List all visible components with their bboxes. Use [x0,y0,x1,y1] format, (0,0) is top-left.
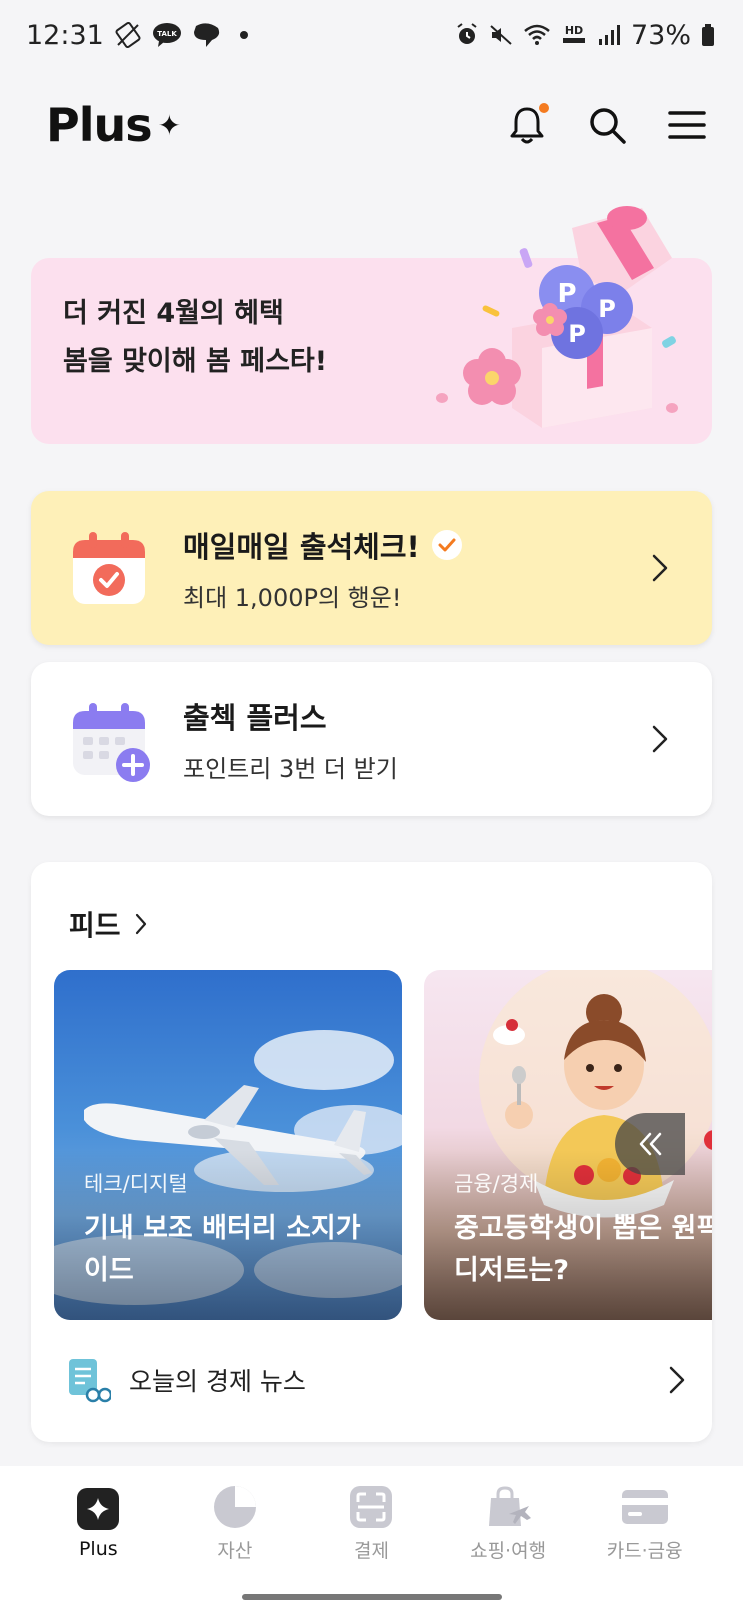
home-indicator[interactable] [242,1594,502,1600]
double-chevron-left-icon [639,1132,662,1156]
header-actions [507,103,707,145]
status-left: 12:31 TALK [26,20,248,51]
notification-button[interactable] [507,103,549,145]
svg-text:TALK: TALK [157,30,177,38]
nav-plus[interactable]: Plus [38,1486,158,1560]
attendance-subtitle: 최대 1,000P의 행운! [183,583,402,612]
logo-text: Plus [46,98,153,152]
bottom-navigation: Plus 자산 결제 쇼핑·여행 카드·금융 [0,1466,743,1580]
feed-card-title: 기내 보조 배터리 소지가이드 [84,1213,361,1286]
plus-sparkle-icon [77,1488,120,1530]
calendar-plus-icon [69,699,150,782]
nav-label: 결제 [354,1539,389,1562]
search-button[interactable] [587,105,627,145]
signal-icon [597,24,621,46]
hamburger-menu-icon [668,111,706,139]
status-bar: 12:31 TALK HD 73% [0,0,743,70]
chat-bubble-icon [192,22,222,48]
nav-assets[interactable]: 자산 [175,1484,295,1563]
attendance-title-row: 매일매일 출석체크! [183,524,652,566]
swipe-back-button[interactable] [615,1113,685,1175]
nav-label: 자산 [217,1539,253,1562]
credit-card-icon [621,1489,668,1524]
chevron-right-icon [652,725,668,753]
wifi-icon [523,23,551,47]
notification-dot [239,31,248,39]
nav-label: 카드·금융 [606,1539,683,1562]
attendance-plus-card[interactable]: 출첵 플러스 포인트리 3번 더 받기 [31,662,712,816]
nav-label: Plus [78,1538,118,1560]
nav-label: 쇼핑·여행 [470,1539,547,1562]
check-badge-icon [431,529,462,560]
attendance-card-body: 매일매일 출석체크! 최대 1,000P의 행운! [183,524,652,613]
nav-payment[interactable]: 결제 [311,1484,431,1563]
status-time: 12:31 [26,19,104,51]
economy-news-label: 오늘의 경제 뉴스 [129,1367,306,1396]
news-document-icon [69,1359,111,1403]
search-icon [590,108,626,144]
promo-text: 더 커진 4월의 혜택 봄을 맞이해 봄 페스타! [63,290,327,386]
svg-text:P: P [568,320,586,348]
promo-line2: 봄을 맞이해 봄 페스타! [63,346,328,377]
shopping-bag-plane-icon [489,1485,532,1526]
scan-pay-icon [350,1485,393,1528]
hd-voice-icon: HD [561,23,587,47]
economy-news-row[interactable]: 오늘의 경제 뉴스 [65,1352,685,1408]
alarm-icon [455,23,479,47]
app-header: Plus ✦ [0,70,743,180]
chevron-right-icon [669,1366,685,1394]
chevron-right-icon [135,913,146,935]
kakaotalk-icon: TALK [152,22,182,48]
attendance-plus-subtitle: 포인트리 3번 더 받기 [183,754,398,783]
battery-percent: 73% [630,19,691,51]
gift-box-illustration: P P P [436,206,678,428]
status-right: HD 73% [455,20,715,51]
feed-carousel[interactable]: 테크/디지털 기내 보조 배터리 소지가이드 금융/경제 중고등학생이 뽑은 원… [54,970,712,1320]
feed-title: 피드 [69,909,121,942]
attendance-title: 매일매일 출석체크! [183,529,420,564]
promo-banner[interactable]: 더 커진 4월의 혜택 봄을 맞이해 봄 페스타! P P P [31,206,712,444]
svg-text:HD: HD [565,24,583,37]
mute-icon [489,23,513,47]
pie-chart-icon [213,1485,256,1528]
battery-icon [701,23,715,47]
attendance-plus-body: 출첵 플러스 포인트리 3번 더 받기 [183,695,652,784]
notification-badge [539,103,549,113]
chevron-right-icon [652,554,668,582]
nav-card-finance[interactable]: 카드·금융 [585,1484,705,1563]
plus-logo[interactable]: Plus ✦ [46,98,181,152]
svg-text:P: P [598,295,616,323]
svg-text:P: P [557,279,576,309]
attendance-plus-title: 출첵 플러스 [183,700,327,735]
calendar-check-icon [69,528,149,608]
feed-card-category: 테크/디지털 [84,1172,188,1196]
screen-rotate-icon [114,21,142,49]
feed-card-category: 금융/경제 [454,1172,539,1196]
feed-card[interactable]: 테크/디지털 기내 보조 배터리 소지가이드 [54,970,402,1320]
feed-section: 피드 테크/디지털 기내 보조 배터리 소지가이드 금융/경제 중고등학생이 뽑… [31,862,712,1442]
attendance-check-card[interactable]: 매일매일 출석체크! 최대 1,000P의 행운! [31,491,712,645]
feed-header[interactable]: 피드 [69,904,147,944]
menu-button[interactable] [667,105,707,145]
logo-star-icon: ✦ [157,108,181,142]
promo-line1: 더 커진 4월의 혜택 [63,298,284,329]
feed-card-title: 중고등학생이 뽑은 원픽 디저트는? [454,1213,712,1286]
nav-shopping-travel[interactable]: 쇼핑·여행 [448,1484,568,1563]
